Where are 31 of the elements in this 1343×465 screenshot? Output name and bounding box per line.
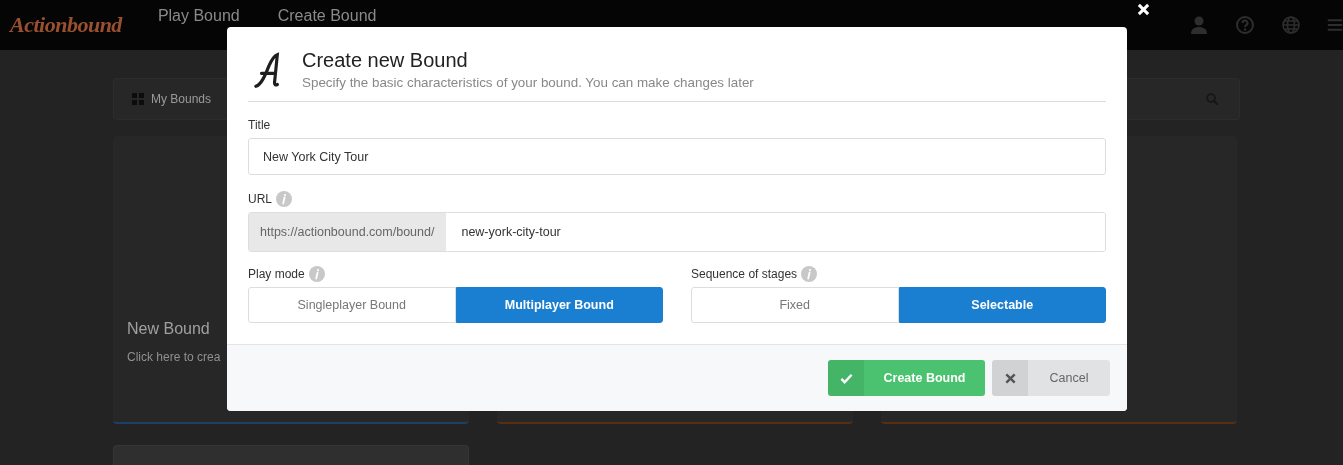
logo[interactable]: Actionbound bbox=[10, 12, 122, 38]
card-title: New Bound bbox=[127, 320, 211, 338]
dialog-title: Create new Bound bbox=[302, 48, 469, 73]
grid-icon bbox=[132, 93, 144, 105]
check-icon bbox=[839, 371, 853, 385]
close-icon[interactable] bbox=[1137, 3, 1150, 16]
info-icon[interactable] bbox=[276, 191, 292, 207]
help-icon[interactable] bbox=[1235, 15, 1255, 35]
globe-icon[interactable] bbox=[1281, 15, 1301, 35]
toggle-option[interactable]: Singleplayer Bound bbox=[248, 287, 456, 323]
card-text: Click here to crea bbox=[127, 350, 222, 364]
tab-label[interactable]: My Bounds bbox=[151, 92, 212, 106]
url-field[interactable]: https://actionbound.com/bound/ new-york-city-tour bbox=[248, 212, 1106, 252]
dialog-subtitle: Specify the basic characteristics of your bound. You can make changes later bbox=[302, 74, 754, 92]
cancel-button[interactable]: Cancel bbox=[992, 360, 1110, 396]
nav-link[interactable]: Play Bound bbox=[157, 7, 240, 25]
title-field[interactable]: New York City Tour bbox=[248, 138, 1106, 175]
url-prefix: https://actionbound.com/bound/ bbox=[249, 213, 447, 251]
toggle-option[interactable]: Multiplayer Bound bbox=[455, 287, 663, 323]
letter-a-icon bbox=[254, 51, 282, 89]
field-label: Title bbox=[248, 118, 272, 132]
info-icon[interactable] bbox=[308, 266, 325, 282]
user-icon[interactable] bbox=[1189, 15, 1209, 35]
info-icon[interactable] bbox=[801, 266, 818, 282]
field-label: Play mode bbox=[248, 267, 305, 281]
field-label: Sequence of stages bbox=[691, 267, 798, 281]
nav-link[interactable]: Create Bound bbox=[277, 7, 377, 25]
close-icon bbox=[1003, 371, 1017, 385]
toggle-option[interactable]: Selectable bbox=[898, 287, 1106, 323]
toggle-option[interactable]: Fixed bbox=[691, 287, 899, 323]
field-label: URL bbox=[248, 192, 272, 206]
